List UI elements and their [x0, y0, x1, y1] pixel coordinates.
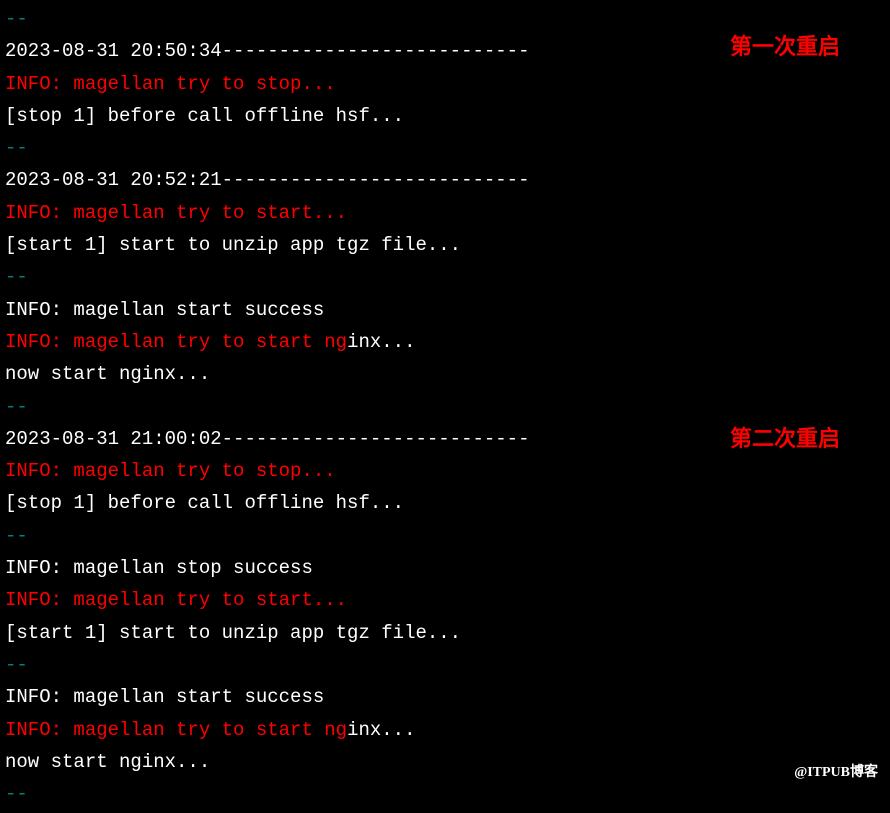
- log-text: 2023-08-31 20:50:34---------------------…: [5, 40, 530, 62]
- log-line: INFO: magellan try to start...: [5, 584, 885, 616]
- terminal-output: -- 2023-08-31 20:50:34-------------------…: [0, 0, 890, 813]
- log-line: INFO: magellan try to start nginx...: [5, 714, 885, 746]
- log-line: --: [5, 520, 885, 552]
- log-segment: INFO: magellan try to start ng: [5, 719, 347, 741]
- log-text: INFO: magellan try to start...: [5, 202, 347, 224]
- log-segment: INFO: magellan try to start ng: [5, 331, 347, 353]
- log-line: INFO: magellan start success: [5, 294, 885, 326]
- log-text: now start nginx...: [5, 363, 210, 385]
- log-text: --: [5, 8, 28, 30]
- log-line: --: [5, 261, 885, 293]
- log-line: --: [5, 649, 885, 681]
- log-text: --: [5, 783, 28, 805]
- log-text: --: [5, 137, 28, 159]
- log-text: 2023-08-31 20:52:21---------------------…: [5, 169, 530, 191]
- log-line: [start 1] start to unzip app tgz file...: [5, 229, 885, 261]
- log-line: now start nginx...: [5, 746, 885, 778]
- annotation-second-restart: 第二次重启: [730, 420, 840, 457]
- log-text: [start 1] start to unzip app tgz file...: [5, 622, 461, 644]
- log-line: 2023-08-31 20:52:21---------------------…: [5, 164, 885, 196]
- log-text: [stop 1] before call offline hsf...: [5, 105, 404, 127]
- log-text: INFO: magellan start success: [5, 299, 324, 321]
- log-text: --: [5, 266, 28, 288]
- log-text: --: [5, 396, 28, 418]
- log-line: INFO: magellan start success: [5, 681, 885, 713]
- log-line: --: [5, 132, 885, 164]
- watermark: @ITPUB博客: [794, 761, 878, 785]
- log-segment: inx...: [347, 331, 415, 353]
- log-line: [stop 1] before call offline hsf...: [5, 100, 885, 132]
- log-line: INFO: magellan try to start...: [5, 197, 885, 229]
- log-line: INFO: magellan stop success: [5, 552, 885, 584]
- log-text: INFO: magellan try to stop...: [5, 460, 336, 482]
- log-text: INFO: magellan try to start...: [5, 589, 347, 611]
- log-line: [start 1] start to unzip app tgz file...: [5, 617, 885, 649]
- log-text: --: [5, 654, 28, 676]
- log-text: now start nginx...: [5, 751, 210, 773]
- log-text: --: [5, 525, 28, 547]
- log-line: [stop 1] before call offline hsf...: [5, 487, 885, 519]
- log-segment: inx...: [347, 719, 415, 741]
- log-text: INFO: magellan stop success: [5, 557, 313, 579]
- log-line: INFO: magellan try to stop...: [5, 68, 885, 100]
- log-line: INFO: magellan try to start nginx...: [5, 326, 885, 358]
- log-text: INFO: magellan try to stop...: [5, 73, 336, 95]
- log-line: now start nginx...: [5, 358, 885, 390]
- log-text: [start 1] start to unzip app tgz file...: [5, 234, 461, 256]
- log-text: 2023-08-31 21:00:02---------------------…: [5, 428, 530, 450]
- log-line: --: [5, 778, 885, 810]
- log-line: --: [5, 391, 885, 423]
- log-line: INFO: magellan try to stop...: [5, 455, 885, 487]
- log-text: [stop 1] before call offline hsf...: [5, 492, 404, 514]
- annotation-first-restart: 第一次重启: [730, 28, 840, 65]
- log-text: INFO: magellan start success: [5, 686, 324, 708]
